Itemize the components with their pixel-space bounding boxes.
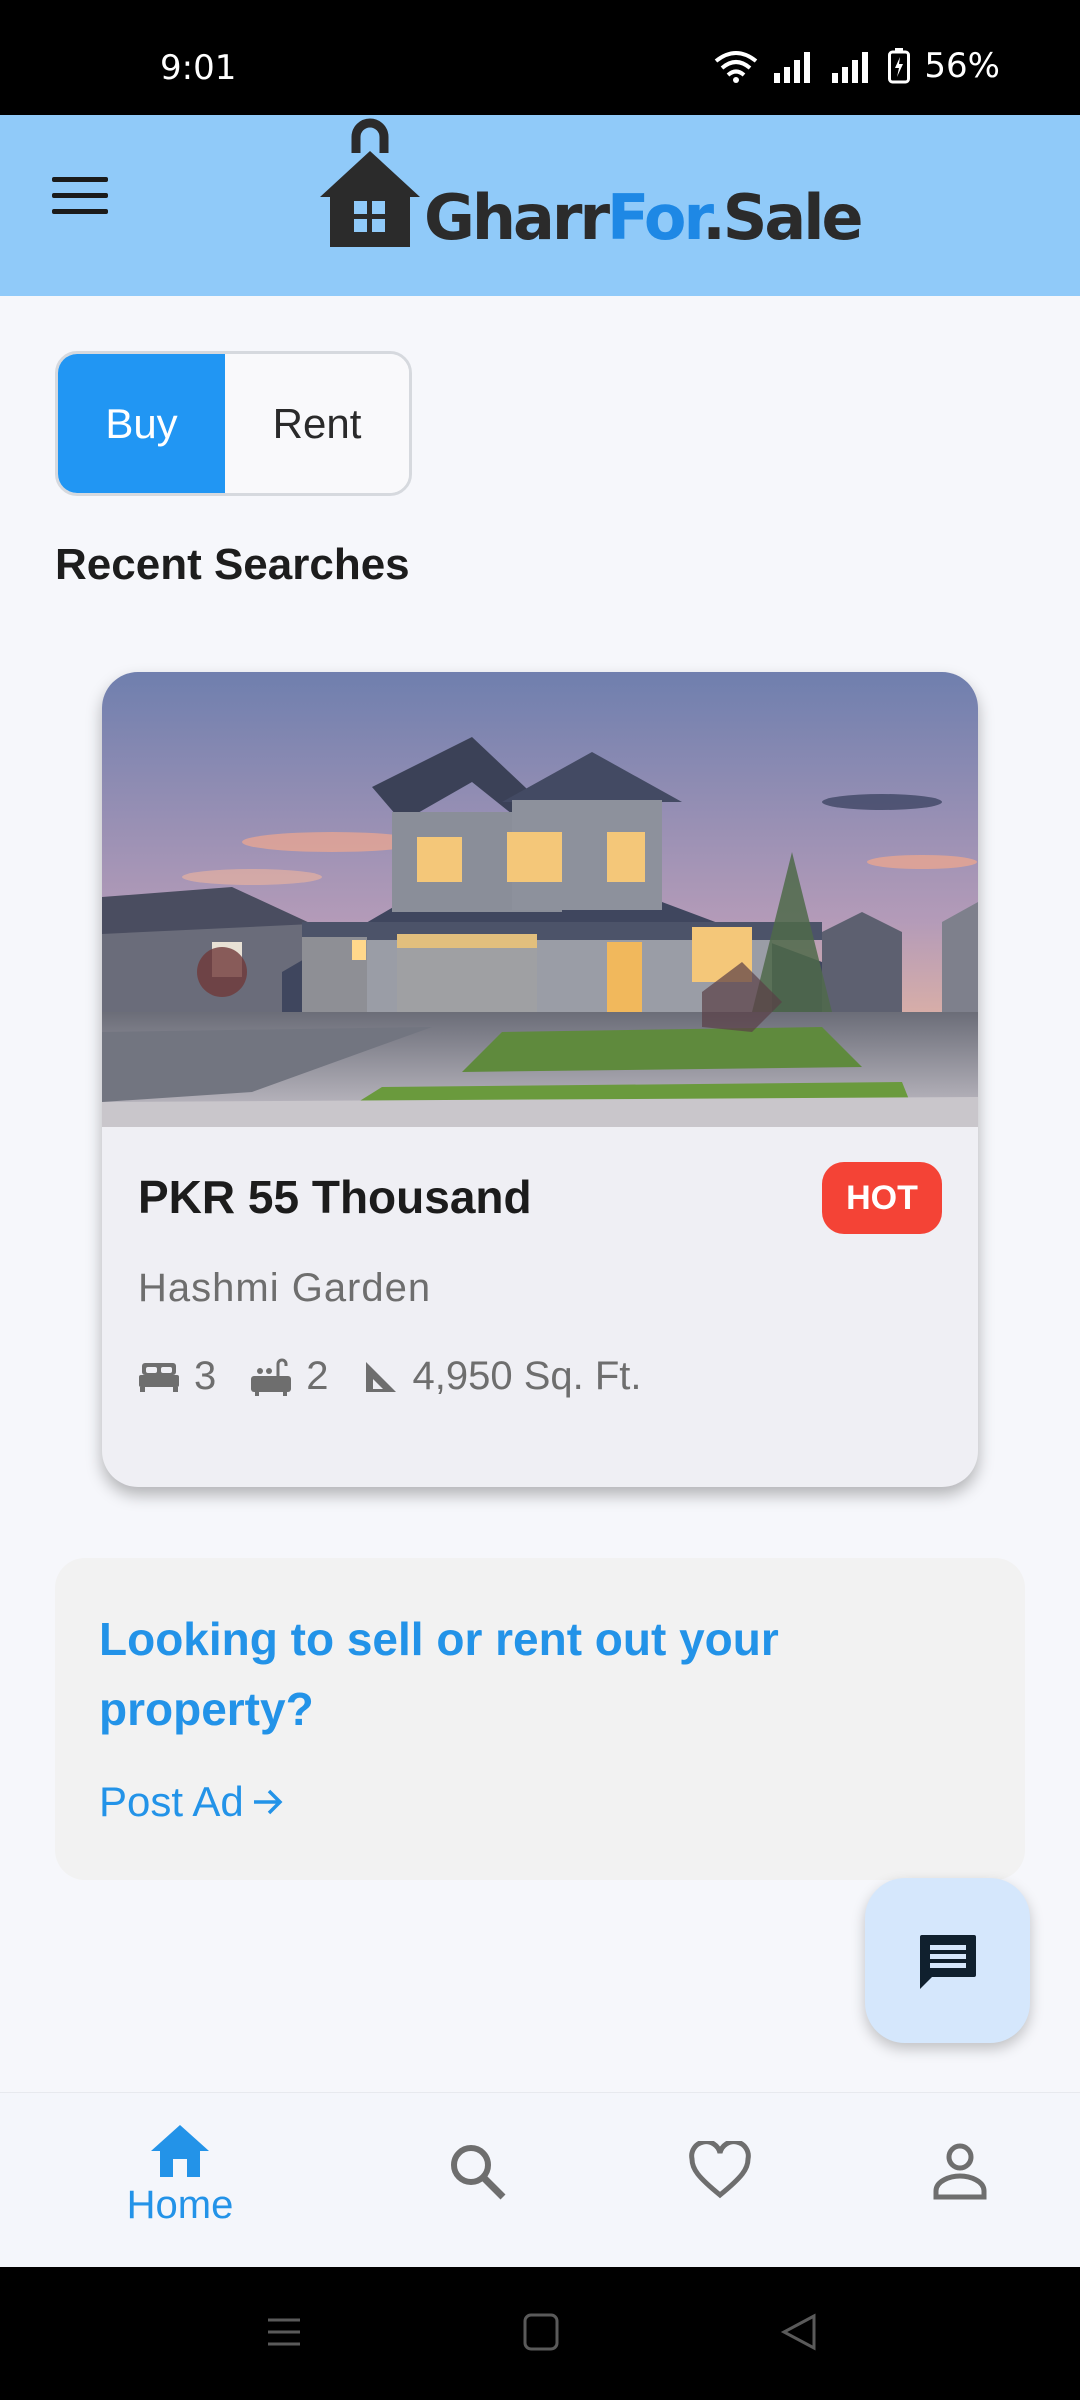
- property-location: Hashmi Garden: [138, 1266, 432, 1310]
- bed-icon: [139, 1362, 179, 1392]
- logo-text: GharrFor.Sale: [424, 181, 864, 254]
- house-lock-logo-icon: [320, 118, 420, 247]
- bathtub-icon: [251, 1358, 292, 1396]
- beds-feature: 3: [138, 1354, 216, 1399]
- app-bar: GharrFor.Sale: [0, 115, 1080, 296]
- property-photo: [102, 672, 978, 1127]
- nav-favorites[interactable]: [620, 2093, 820, 2268]
- status-bar: 9:01 56%: [0, 0, 1080, 115]
- chat-icon: [919, 1934, 976, 1989]
- hamburger-line: [52, 209, 108, 214]
- property-price: PKR 55 Thousand: [138, 1171, 532, 1223]
- battery-icon: [888, 48, 911, 84]
- nav-home[interactable]: Home: [80, 2093, 280, 2268]
- sell-rent-banner: Looking to sell or rent out your propert…: [55, 1558, 1025, 1880]
- status-icons: 56%: [714, 46, 1000, 86]
- search-icon: [451, 2145, 506, 2200]
- status-time: 9:01: [160, 48, 237, 88]
- home-square-icon[interactable]: [522, 2312, 560, 2352]
- system-navigation-bar: [0, 2267, 1080, 2400]
- chat-fab-button[interactable]: [865, 1878, 1030, 2043]
- property-card[interactable]: PKR 55 Thousand HOT Hashmi Garden 3 2 4,…: [102, 672, 978, 1487]
- recent-apps-icon[interactable]: [264, 2312, 304, 2352]
- post-ad-link[interactable]: Post Ad: [99, 1778, 286, 1826]
- hot-badge: HOT: [822, 1162, 942, 1234]
- rent-toggle-button[interactable]: Rent: [225, 354, 409, 493]
- app-logo[interactable]: GharrFor.Sale: [316, 115, 864, 296]
- property-features: 3 2 4,950 Sq. Ft.: [138, 1354, 676, 1399]
- nav-home-label: Home: [126, 2183, 234, 2227]
- logo-text-sale: .Sale: [702, 181, 863, 254]
- nav-profile[interactable]: [860, 2093, 1060, 2268]
- signal-icon: [774, 52, 811, 83]
- recent-searches-title: Recent Searches: [55, 540, 410, 589]
- home-icon: [151, 2125, 209, 2177]
- nav-search[interactable]: [378, 2093, 578, 2268]
- profile-icon: [933, 2143, 987, 2200]
- heart-icon: [689, 2141, 751, 2199]
- signal-icon-2: [832, 52, 869, 83]
- area-feature: 4,950 Sq. Ft.: [363, 1354, 642, 1399]
- sell-banner-title: Looking to sell or rent out your propert…: [99, 1613, 779, 1735]
- battery-percent: 56%: [924, 46, 1000, 86]
- buy-rent-toggle: Buy Rent: [55, 351, 412, 496]
- wifi-icon: [715, 51, 758, 83]
- beds-count: 3: [194, 1354, 217, 1398]
- buy-toggle-button[interactable]: Buy: [58, 354, 225, 493]
- baths-feature: 2: [250, 1354, 329, 1399]
- post-ad-label: Post Ad: [99, 1778, 244, 1825]
- menu-button[interactable]: [52, 177, 112, 227]
- bottom-navigation: Home: [0, 2092, 1080, 2268]
- logo-text-for: For: [607, 181, 705, 254]
- hamburger-line: [52, 193, 108, 198]
- baths-count: 2: [306, 1354, 329, 1398]
- arrow-right-icon: [253, 1789, 283, 1815]
- area-value: 4,950 Sq. Ft.: [412, 1354, 642, 1398]
- logo-text-gharr: Gharr: [424, 181, 610, 254]
- hamburger-line: [52, 177, 108, 182]
- set-square-area-icon: [365, 1361, 396, 1392]
- back-triangle-icon[interactable]: [780, 2312, 818, 2352]
